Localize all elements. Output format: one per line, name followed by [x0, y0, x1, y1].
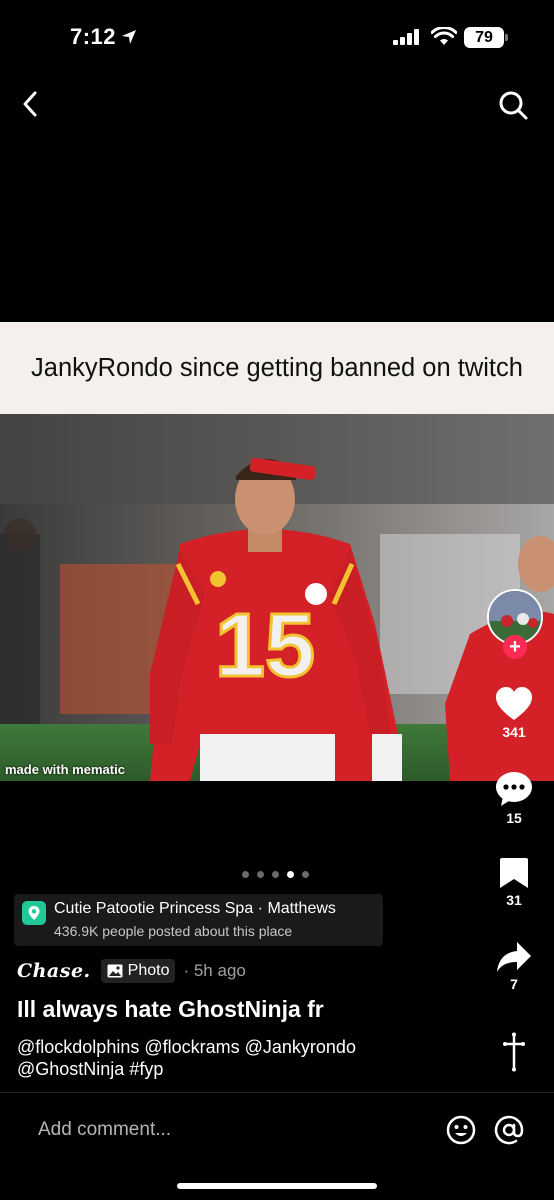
carousel-dot[interactable] [302, 871, 309, 878]
cellular-signal-icon [393, 29, 419, 45]
post-image[interactable]: JankyRondo since getting banned on twitc… [0, 322, 554, 781]
author-row: Chase. Photo · 5h ago [17, 957, 246, 985]
home-indicator [177, 1183, 377, 1189]
comment-bar: Add comment... [0, 1092, 554, 1168]
meme-photo: 15 made with mematic [0, 414, 554, 781]
chevron-left-icon [23, 91, 37, 117]
heart-icon [496, 687, 532, 720]
photo-type-badge: Photo [100, 959, 176, 983]
comment-bubble-icon [496, 772, 532, 806]
carousel-indicator[interactable] [242, 871, 309, 878]
share-arrow-icon [497, 942, 531, 972]
search-button[interactable] [496, 88, 530, 122]
save-button[interactable]: 31 [484, 856, 544, 908]
emoji-icon[interactable] [446, 1115, 476, 1145]
location-subtitle: 436.9K people posted about this place [54, 923, 293, 939]
post-tags[interactable]: @flockdolphins @flockrams @Jankyrondo @G… [17, 1036, 437, 1080]
save-count: 31 [506, 892, 522, 908]
battery-indicator: 79 [464, 27, 508, 48]
cross-icon [503, 1032, 525, 1072]
bookmark-icon [500, 858, 528, 888]
back-button[interactable] [14, 88, 46, 120]
status-time: 7:12 [70, 24, 117, 49]
wifi-icon [431, 27, 457, 45]
carousel-dot-active[interactable] [287, 871, 294, 878]
like-button[interactable]: 341 [484, 686, 544, 740]
image-icon [107, 964, 123, 978]
photo-type-label: Photo [127, 962, 170, 979]
watermark: made with mematic [5, 762, 125, 777]
author-name[interactable]: Chase. [17, 960, 91, 982]
comment-button[interactable]: 15 [484, 770, 544, 826]
comment-input[interactable]: Add comment... [38, 1119, 171, 1141]
location-name: Cutie Patootie Princess Spa · Matthews [54, 900, 336, 917]
search-icon [499, 91, 528, 120]
football-player-image: 15 [0, 414, 554, 781]
location-pin-icon [22, 901, 46, 925]
status-bar: 7:12 79 [0, 0, 554, 70]
carousel-dot[interactable] [272, 871, 279, 878]
carousel-dot[interactable] [257, 871, 264, 878]
location-tag[interactable]: Cutie Patootie Princess Spa · Matthews 4… [14, 894, 383, 946]
meme-caption: JankyRondo since getting banned on twitc… [0, 322, 554, 414]
location-arrow-icon [122, 30, 136, 44]
comment-count: 15 [506, 810, 522, 826]
follow-plus-button[interactable]: + [503, 635, 527, 659]
like-count: 341 [502, 724, 526, 740]
jersey-number: 15 [215, 596, 315, 696]
share-count: 7 [510, 976, 518, 992]
post-time: · 5h ago [183, 961, 246, 980]
carousel-dot[interactable] [242, 871, 249, 878]
mention-at-icon[interactable] [494, 1115, 524, 1145]
share-button[interactable]: 7 [484, 940, 544, 992]
post-title: Ill always hate GhostNinja fr [17, 996, 324, 1022]
